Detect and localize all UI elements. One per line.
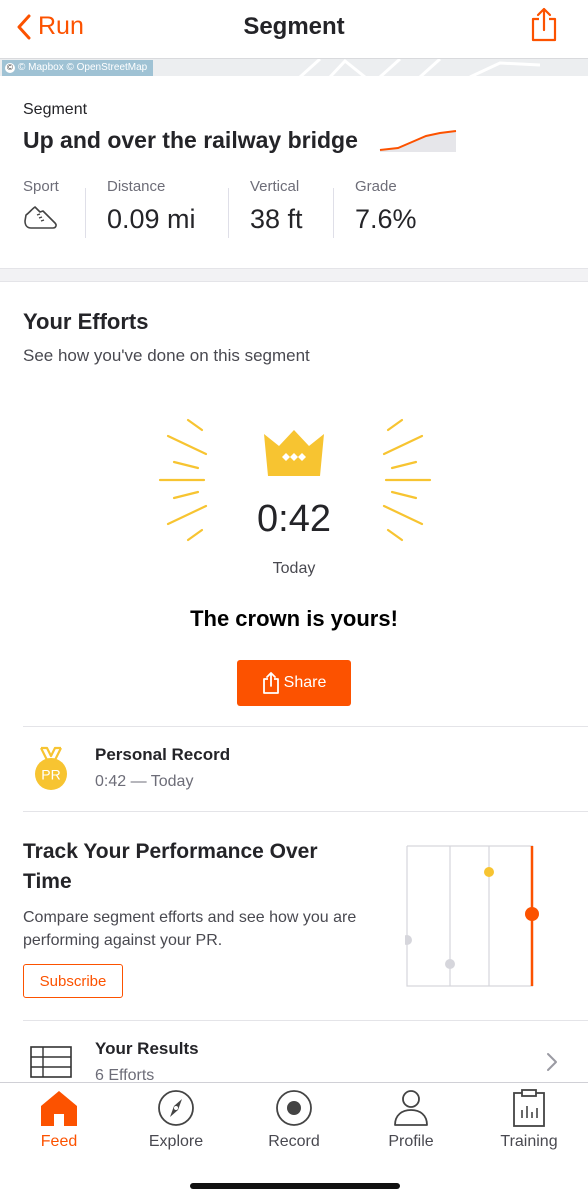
subscribe-label: Subscribe (39, 972, 107, 990)
pr-medal-icon: PR (35, 746, 67, 790)
share-icon (531, 7, 557, 42)
map-attribution[interactable]: © © Mapbox © OpenStreetMap (2, 60, 154, 76)
tab-training-label: Training (500, 1133, 558, 1150)
compass-icon (158, 1090, 194, 1126)
page-title: Segment (243, 13, 345, 40)
divider (23, 811, 588, 812)
home-icon (41, 1091, 77, 1126)
effort-date: Today (272, 560, 316, 577)
effort-time: 0:42 (257, 498, 331, 540)
tab-profile[interactable]: Profile (352, 1083, 470, 1163)
crown-icon (264, 430, 324, 476)
segment-name: Up and over the railway bridge (23, 127, 358, 153)
segment-label: Segment (23, 101, 88, 118)
tab-profile-label: Profile (388, 1133, 434, 1150)
map-attribution-text: © Mapbox © OpenStreetMap (18, 62, 148, 73)
crown-headline: The crown is yours! (190, 606, 398, 631)
section-divider (0, 268, 588, 282)
stat-distance-label: Distance (107, 178, 166, 195)
subscribe-button[interactable]: Subscribe (23, 964, 123, 998)
efforts-subtitle: See how you've done on this segment (23, 346, 310, 365)
pr-badge-text: PR (41, 767, 60, 783)
segment-stats: Sport Distance 0.09 mi Vertical 38 ft Gr… (0, 178, 588, 248)
stat-distance-value: 0.09 mi (107, 204, 196, 234)
stat-sport-label: Sport (23, 178, 59, 195)
stat-grade-value: 7.6% (355, 204, 417, 234)
tab-explore-label: Explore (148, 1133, 204, 1150)
elevation-profile (379, 130, 457, 152)
stat-grade-label: Grade (355, 178, 397, 195)
share-icon (262, 672, 279, 694)
divider (23, 726, 588, 727)
results-title: Your Results (95, 1039, 199, 1058)
stat-sport: Sport (23, 178, 59, 238)
stat-vertical: Vertical 38 ft (250, 178, 303, 235)
stat-divider (333, 188, 334, 238)
share-top-button[interactable] (530, 7, 558, 48)
stat-divider (228, 188, 229, 238)
efforts-title: Your Efforts (23, 309, 149, 334)
stat-divider (85, 188, 86, 238)
clipboard-chart-icon (513, 1089, 545, 1127)
tab-record[interactable]: Record (235, 1083, 353, 1163)
record-icon (276, 1090, 312, 1126)
person-icon (394, 1090, 428, 1126)
pr-title: Personal Record (95, 745, 231, 764)
divider (23, 1020, 588, 1021)
tab-feed[interactable]: Feed (0, 1083, 118, 1163)
stat-vertical-label: Vertical (250, 178, 300, 195)
track-description: Compare segment efforts and see how you … (23, 909, 357, 949)
tab-explore[interactable]: Explore (117, 1083, 235, 1163)
segment-map[interactable]: © © Mapbox © OpenStreetMap (0, 58, 588, 76)
share-button[interactable]: Share (237, 660, 351, 706)
stat-vertical-value: 38 ft (250, 204, 303, 234)
shoe-icon (24, 206, 57, 229)
stat-grade: Grade 7.6% (355, 178, 417, 235)
stat-distance: Distance 0.09 mi (107, 178, 196, 235)
track-title: Track Your Performance Over Time (23, 840, 318, 893)
home-indicator (190, 1183, 400, 1189)
attribution-info-icon: © (5, 63, 15, 73)
segment-summary: Segment Up and over the railway bridge S… (0, 76, 588, 268)
performance-illustration (405, 845, 539, 987)
nav-header: Run Segment (0, 0, 588, 58)
tab-training[interactable]: Training (470, 1083, 588, 1163)
table-icon (30, 1046, 72, 1078)
pr-detail: 0:42 — Today (95, 773, 194, 790)
chevron-right-icon (547, 1053, 557, 1071)
share-button-label: Share (283, 674, 327, 691)
tab-feed-label: Feed (40, 1133, 78, 1150)
tab-record-label: Record (268, 1133, 320, 1150)
